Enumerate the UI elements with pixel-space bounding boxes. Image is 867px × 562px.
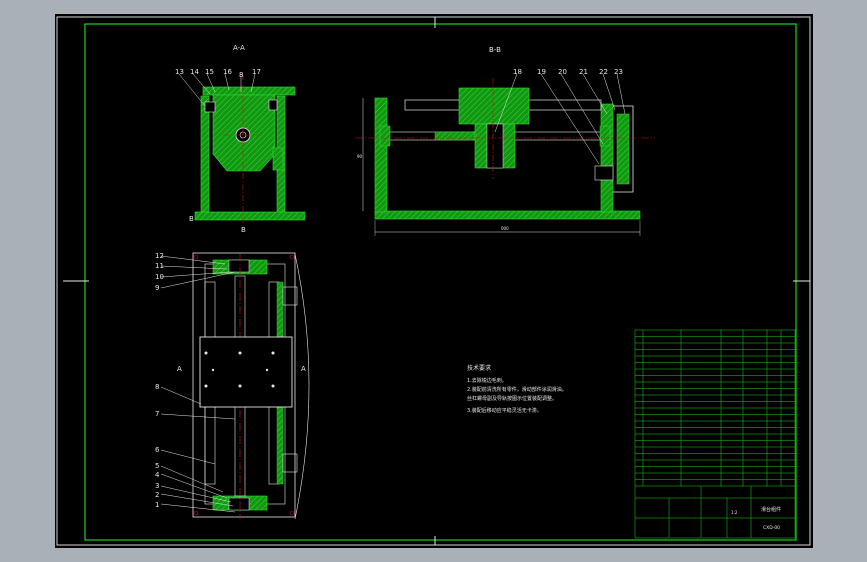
callout-aa-16: 16 (223, 68, 232, 76)
callout-aa-15: 15 (205, 68, 214, 76)
callout-plan-12: 12 (155, 252, 164, 260)
callout-bb-23: 23 (614, 68, 623, 76)
callout-aa-8: 8 (239, 71, 243, 79)
callout-bb-22: 22 (599, 68, 608, 76)
callout-plan-9: 9 (155, 284, 159, 292)
callout-aa-13: 13 (175, 68, 184, 76)
callout-plan-7: 7 (155, 410, 159, 418)
drawing-code: CXD-00 (763, 525, 780, 531)
cad-viewport[interactable]: A-A B B 13 14 15 16 8 17 B-B 000 90 18 1… (0, 0, 867, 562)
callout-aa-17: 17 (252, 68, 261, 76)
dim-bb-height: 90 (357, 154, 363, 159)
section-bb-label: B-B (489, 46, 501, 54)
cut-mark-b-bottom: B (241, 226, 246, 234)
callout-plan-3: 3 (155, 482, 159, 490)
technical-notes: 技术要求 1.去除锐边毛刺。 2.装配前清洗所有零件，滑动部件涂润滑油。 丝杠螺… (467, 364, 567, 414)
callout-plan-11: 11 (155, 262, 164, 270)
callout-plan-5: 5 (155, 462, 159, 470)
notes-line-4: 3.装配后移动应平稳灵活无卡滞。 (467, 407, 542, 414)
callout-plan-4: 4 (155, 471, 160, 479)
inner-frame (84, 23, 797, 541)
title-block: 滑台组件 CXD-00 1:2 (731, 506, 781, 531)
notes-title: 技术要求 (467, 364, 491, 372)
callout-plan-2: 2 (155, 491, 159, 499)
drawing-scale: 1:2 (731, 510, 738, 515)
callout-plan-6: 6 (155, 446, 160, 454)
callout-plan-10: 10 (155, 273, 164, 281)
plan-view: A A 12 11 10 9 8 7 6 5 4 3 2 1 (155, 252, 310, 520)
callout-bb-21: 21 (579, 68, 588, 76)
dim-bb-overall: 000 (501, 226, 509, 231)
cut-mark-a-right: A (301, 365, 306, 373)
callout-bb-18: 18 (513, 68, 522, 76)
section-aa-label: A-A (233, 44, 245, 52)
section-aa-view: A-A B B 13 14 15 16 8 17 (175, 44, 306, 234)
notes-line-3: 丝杠螺母副及导轨按图示位置装配调整。 (467, 395, 557, 402)
callout-plan-8: 8 (155, 383, 159, 391)
drawing-name: 滑台组件 (761, 506, 781, 513)
centering-marks (63, 17, 810, 545)
outer-frame (56, 16, 811, 546)
cut-mark-b-left: B (189, 215, 194, 223)
callout-aa-14: 14 (190, 68, 199, 76)
section-bb-view: B-B 000 90 18 19 20 21 22 23 (355, 46, 655, 236)
drawing-canvas: A-A B B 13 14 15 16 8 17 B-B 000 90 18 1… (56, 16, 811, 546)
callout-plan-1: 1 (155, 501, 159, 509)
callout-bb-19: 19 (537, 68, 546, 76)
callout-bb-20: 20 (558, 68, 567, 76)
drawing-sheet: A-A B B 13 14 15 16 8 17 B-B 000 90 18 1… (55, 14, 813, 548)
cut-mark-a-left: A (177, 365, 182, 373)
notes-line-2: 2.装配前清洗所有零件，滑动部件涂润滑油。 (467, 386, 567, 393)
notes-line-1: 1.去除锐边毛刺。 (467, 377, 507, 384)
